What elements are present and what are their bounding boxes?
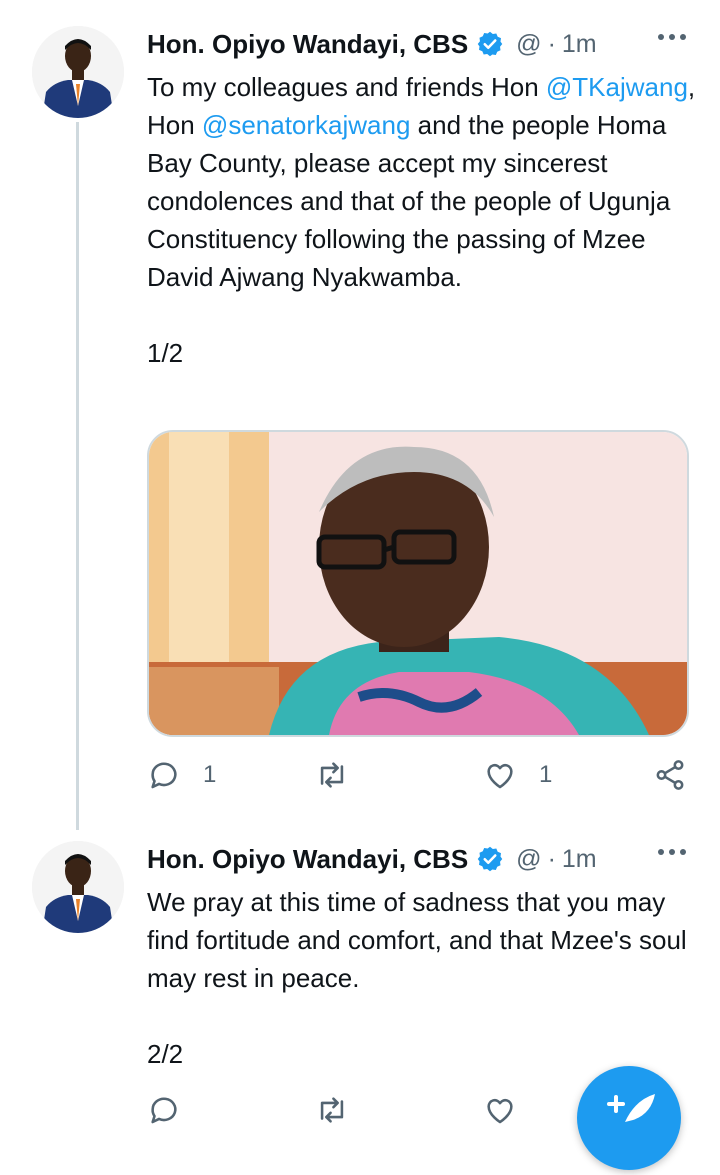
like-icon — [487, 763, 513, 789]
retweet-button[interactable] — [315, 758, 349, 792]
separator-dot: · — [547, 29, 556, 58]
avatar[interactable] — [32, 26, 124, 118]
thread-counter: 1/2 — [147, 338, 184, 368]
more-icon[interactable] — [658, 34, 686, 40]
text-segment: To my colleagues and friends Hon — [147, 72, 546, 102]
tweet-header: Hon. Opiyo Wandayi, CBS @ · 1m — [147, 841, 597, 877]
verified-badge-icon — [477, 846, 503, 872]
separator-dot: · — [547, 844, 556, 873]
mention-link[interactable]: @TKajwang — [546, 72, 688, 102]
like-count: 1 — [539, 761, 553, 788]
tweet-body: We pray at this time of sadness that you… — [147, 887, 687, 993]
reply-icon — [151, 762, 177, 789]
tweet-actions: 1 1 — [147, 758, 692, 798]
thread-line — [76, 122, 79, 830]
more-icon[interactable] — [658, 849, 686, 855]
reply-count: 1 — [203, 761, 217, 788]
like-button[interactable]: 1 — [483, 758, 552, 792]
author-name[interactable]: Hon. Opiyo Wandayi, CBS — [147, 29, 468, 60]
avatar[interactable] — [32, 841, 124, 933]
compose-tweet-icon — [607, 1094, 655, 1122]
reply-button[interactable]: 1 — [147, 758, 216, 792]
tweet-time[interactable]: 1m — [562, 30, 597, 59]
mention-link[interactable]: @senatorkajwang — [202, 110, 411, 140]
tweet-header: Hon. Opiyo Wandayi, CBS @ · 1m — [147, 26, 597, 62]
compose-tweet-button[interactable] — [577, 1066, 681, 1170]
share-button[interactable] — [653, 758, 687, 792]
author-handle[interactable]: @ — [516, 30, 541, 59]
avatar-photo — [32, 841, 124, 933]
tweet-photo[interactable] — [147, 430, 689, 737]
photo-image — [149, 432, 687, 735]
tweet-text: We pray at this time of sadness that you… — [147, 883, 697, 1073]
share-icon — [656, 760, 684, 790]
author-handle[interactable]: @ — [516, 845, 541, 874]
verified-badge-icon — [477, 31, 503, 57]
avatar-photo — [32, 26, 124, 118]
author-name[interactable]: Hon. Opiyo Wandayi, CBS — [147, 844, 468, 875]
tweet-text: To my colleagues and friends Hon @TKajwa… — [147, 68, 697, 372]
tweet-time[interactable]: 1m — [562, 845, 597, 874]
retweet-icon — [320, 762, 344, 788]
